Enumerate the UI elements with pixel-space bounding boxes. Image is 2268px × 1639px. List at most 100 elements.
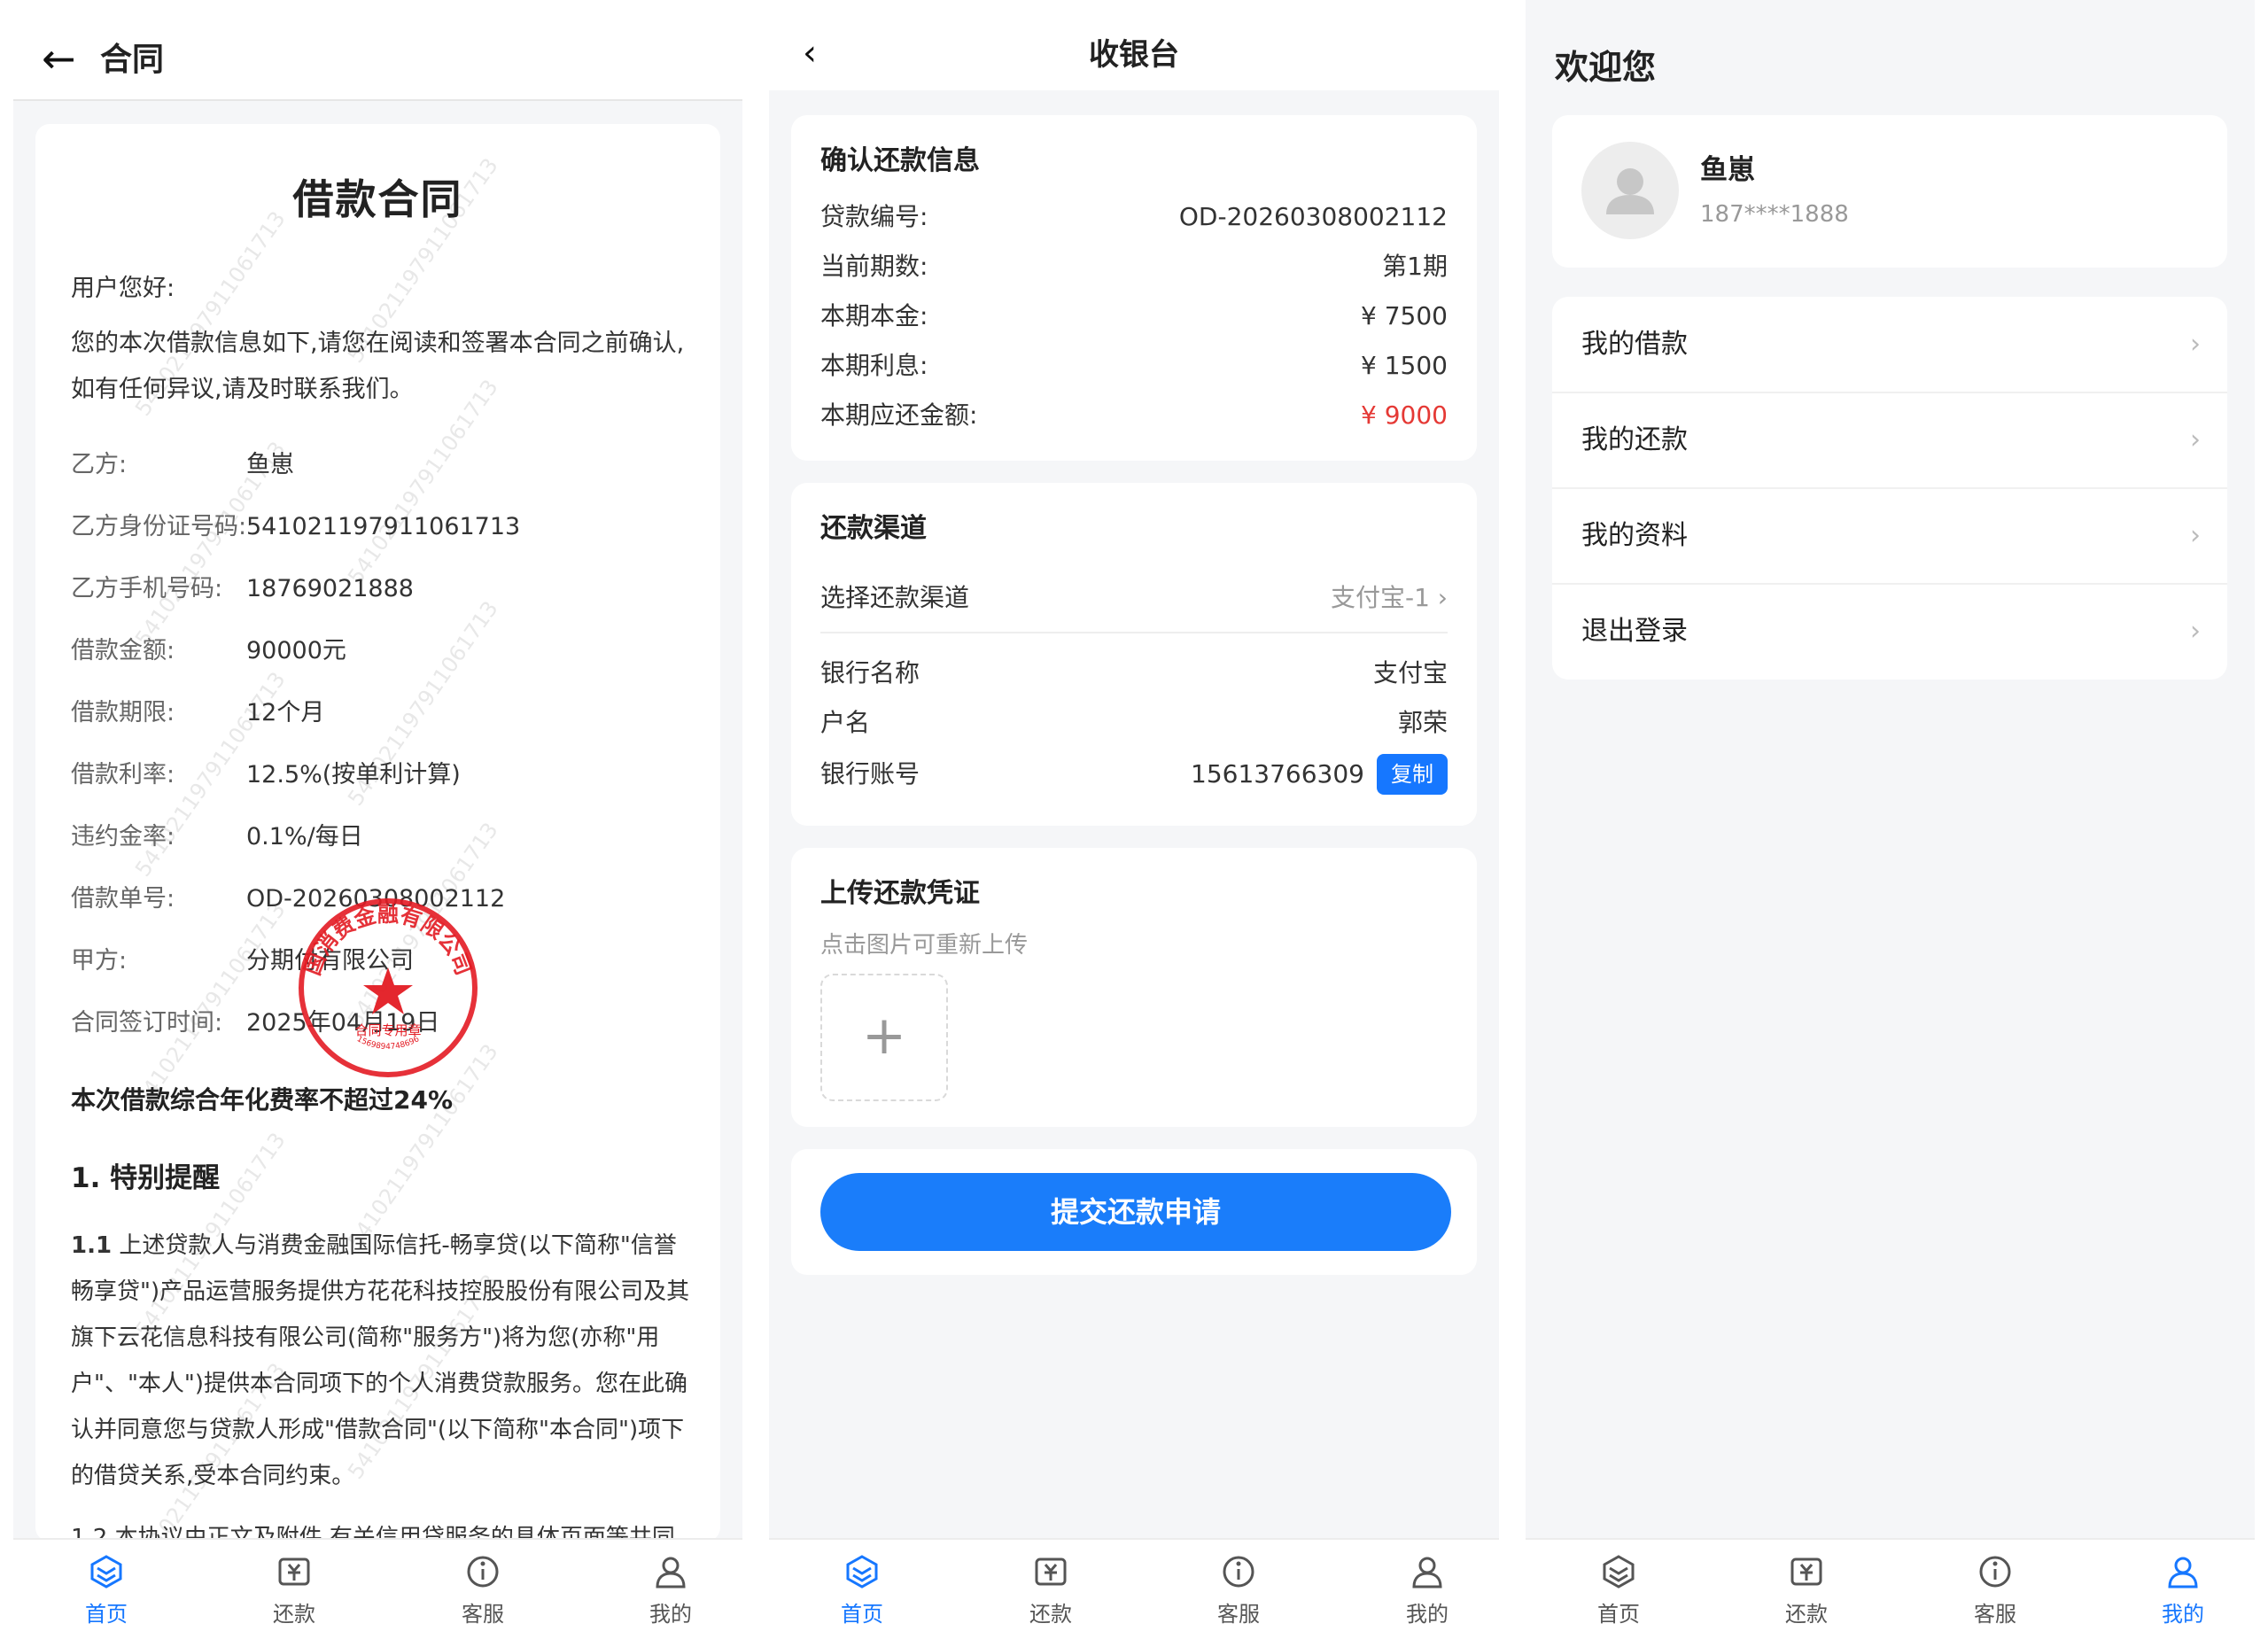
tab-repay[interactable]: 还款 [1736, 1540, 1877, 1639]
user-avatar-icon [1581, 142, 1679, 239]
tab-profile[interactable]: 我的 [600, 1540, 742, 1639]
loan-number-label: 贷款编号: [820, 202, 928, 231]
tab-profile-label: 我的 [649, 1602, 692, 1627]
copy-button[interactable]: 复制 [1377, 754, 1448, 795]
principal-label: 本期本金: [820, 301, 928, 330]
plus-icon: + [861, 1005, 907, 1067]
repayment-channel-card: 还款渠道 选择还款渠道 支付宝-1 › 银行名称 支付宝 户名 郭荣 银行账号 … [791, 483, 1477, 826]
arrow-left-icon[interactable]: ← [42, 34, 76, 83]
watermark-text: 541021197911061713 [130, 897, 291, 1112]
tab-repay-label: 还款 [1029, 1602, 1072, 1627]
service-icon [1223, 1556, 1254, 1588]
loan-number-value: OD-20260308002112 [1178, 202, 1448, 231]
tab-profile-label: 我的 [1406, 1602, 1449, 1627]
cashier-screen: ‹ 收银台 确认还款信息 贷款编号: OD-20260308002112 当前期… [769, 0, 1499, 1639]
tab-repay-label: 还款 [1785, 1602, 1828, 1627]
clause-number: 1.1 [71, 1232, 113, 1259]
chevron-right-icon: › [2190, 520, 2201, 551]
penalty-rate-label: 违约金率: [71, 823, 175, 851]
interest-label: 本期利息: [820, 351, 928, 380]
tab-bar: 首页 还款 客服 我的 [1526, 1538, 2255, 1639]
tab-service-label: 客服 [1974, 1602, 2016, 1627]
welcome-title: 欢迎您 [1555, 48, 1657, 87]
account-name-value: 郭荣 [1397, 708, 1448, 737]
current-period-value: 第1期 [1382, 252, 1448, 281]
tab-home[interactable]: 首页 [791, 1540, 933, 1639]
id-number-value: 541021197911061713 [246, 513, 521, 540]
amount-due-value: ¥ 9000 [1361, 400, 1448, 430]
page-title: 合同 [100, 42, 165, 78]
penalty-rate-value: 0.1%/每日 [246, 823, 363, 851]
clause-paragraph: 1.1 上述贷款人与消费金融国际信托-畅享贷(以下简称"信誉畅享贷")产品运营服… [71, 1223, 691, 1499]
channel-card-title: 还款渠道 [820, 513, 927, 544]
tab-service[interactable]: 客服 [1168, 1540, 1309, 1639]
service-icon [467, 1556, 499, 1588]
confirm-repayment-card: 确认还款信息 贷款编号: OD-20260308002112 当前期数: 第1期… [791, 115, 1477, 461]
profile-icon [1412, 1557, 1442, 1589]
clause-text: 上述贷款人与消费金融国际信托-畅享贷(以下简称"信誉畅享贷")产品运营服务提供方… [71, 1232, 690, 1489]
interest-rate-label: 借款利率: [71, 761, 175, 788]
tab-repay-label: 还款 [273, 1602, 315, 1627]
svg-text:国消费金融有限公司: 国消费金融有限公司 [300, 902, 477, 979]
divider [820, 632, 1448, 633]
principal-value: ¥ 7500 [1361, 301, 1448, 330]
loan-amount-label: 借款金额: [71, 637, 175, 664]
home-icon [90, 1555, 122, 1589]
upload-image-box[interactable]: + [820, 974, 948, 1101]
company-seal-stamp: 国消费金融有限公司 合同专用章 1569894748696 [299, 898, 478, 1077]
upload-card-title: 上传还款凭证 [820, 878, 980, 909]
sign-date-label: 合同签订时间: [71, 1009, 223, 1037]
logout-label: 退出登录 [1581, 616, 1688, 647]
contract-screen: ← 合同 541021197911061713 5410211979110617… [13, 0, 742, 1639]
repay-icon [278, 1557, 310, 1586]
submit-card: 提交还款申请 [791, 1149, 1477, 1275]
profile-icon [656, 1557, 686, 1589]
repay-icon [1790, 1557, 1822, 1586]
tab-profile[interactable]: 我的 [1356, 1540, 1498, 1639]
submit-repayment-button[interactable]: 提交还款申请 [820, 1173, 1451, 1251]
bank-name-value: 支付宝 [1372, 658, 1448, 687]
tab-service-label: 客服 [1217, 1602, 1260, 1627]
section-title: 1. 特别提醒 [71, 1162, 221, 1194]
channel-select[interactable]: 支付宝-1 › [1331, 579, 1448, 618]
seal-bottom-text: 合同专用章 [354, 1022, 421, 1038]
tab-bar: 首页 还款 客服 我的 [13, 1538, 742, 1639]
id-number-label: 乙方身份证号码: [71, 513, 247, 540]
tab-home[interactable]: 首页 [35, 1540, 177, 1639]
loan-amount-value: 90000元 [246, 637, 346, 664]
user-name: 鱼崽 [1700, 154, 1755, 186]
tab-repay[interactable]: 还款 [980, 1540, 1122, 1639]
tab-home-label: 首页 [1597, 1602, 1640, 1627]
account-number-label: 银行账号 [820, 759, 920, 788]
user-phone: 187****1888 [1700, 201, 1849, 228]
tab-profile-label: 我的 [2162, 1602, 2204, 1627]
seal-top-text: 国消费金融有限公司 [300, 902, 477, 979]
select-channel-label: 选择还款渠道 [820, 583, 970, 612]
party-b-value: 鱼崽 [246, 451, 294, 478]
upload-voucher-card: 上传还款凭证 点击图片可重新上传 + [791, 848, 1477, 1127]
menu-item-my-repayments[interactable]: 我的还款 › [1552, 392, 2227, 488]
phone-label: 乙方手机号码: [71, 575, 223, 602]
interest-rate-value: 12.5%(按单利计算) [246, 761, 461, 788]
tab-service[interactable]: 客服 [412, 1540, 554, 1639]
menu-item-my-loans[interactable]: 我的借款 › [1552, 297, 2227, 392]
party-b-label: 乙方: [71, 451, 128, 478]
contract-header: ← 合同 [13, 0, 742, 101]
mine-screen: 欢迎您 鱼崽 187****1888 我的借款 › 我的还款 › 我的资料 › … [1526, 0, 2255, 1639]
amount-due-label: 本期应还金额: [820, 400, 978, 430]
tab-profile[interactable]: 我的 [2112, 1540, 2254, 1639]
annual-rate-note: 本次借款综合年化费率不超过24% [71, 1085, 454, 1115]
cashier-header: ‹ 收银台 [769, 0, 1499, 90]
menu-item-logout[interactable]: 退出登录 › [1552, 584, 2227, 680]
current-period-label: 当前期数: [820, 252, 928, 281]
tab-home[interactable]: 首页 [1548, 1540, 1689, 1639]
tab-service[interactable]: 客服 [1924, 1540, 2066, 1639]
confirm-card-title: 确认还款信息 [820, 145, 980, 176]
service-icon [1979, 1556, 2011, 1588]
tab-service-label: 客服 [462, 1602, 504, 1627]
menu-item-my-profile[interactable]: 我的资料 › [1552, 488, 2227, 584]
upload-hint: 点击图片可重新上传 [820, 932, 1029, 959]
tab-repay[interactable]: 还款 [223, 1540, 365, 1639]
page-title: 收银台 [1089, 37, 1179, 73]
loan-term-value: 12个月 [246, 699, 325, 726]
